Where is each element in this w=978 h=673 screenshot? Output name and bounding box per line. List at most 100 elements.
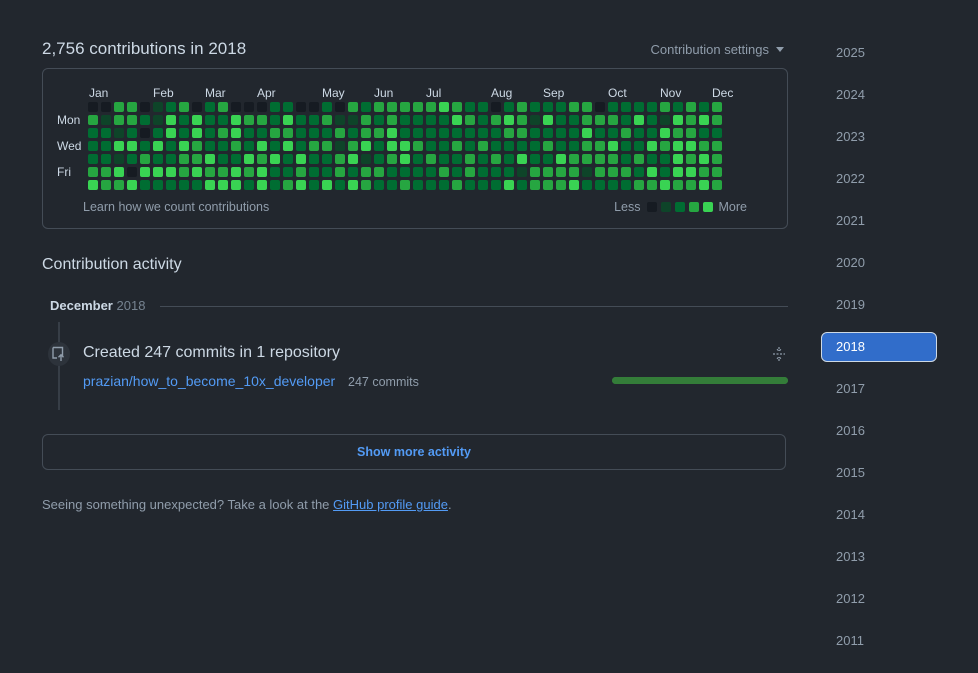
contribution-cell[interactable] <box>257 154 267 164</box>
contribution-cell[interactable] <box>179 141 189 151</box>
year-link-2021[interactable]: 2021 <box>821 206 937 236</box>
contribution-cell[interactable] <box>88 154 98 164</box>
contribution-cell[interactable] <box>348 102 358 112</box>
contribution-cell[interactable] <box>608 180 618 190</box>
contribution-cell[interactable] <box>686 154 696 164</box>
contribution-cell[interactable] <box>634 180 644 190</box>
contribution-cell[interactable] <box>348 154 358 164</box>
year-link-2020[interactable]: 2020 <box>821 248 937 278</box>
contribution-cell[interactable] <box>257 167 267 177</box>
year-link-2013[interactable]: 2013 <box>821 542 937 572</box>
contribution-cell[interactable] <box>114 154 124 164</box>
contribution-cell[interactable] <box>361 167 371 177</box>
contribution-cell[interactable] <box>322 180 332 190</box>
contribution-cell[interactable] <box>439 180 449 190</box>
contribution-cell[interactable] <box>452 128 462 138</box>
contribution-cell[interactable] <box>634 102 644 112</box>
contribution-cell[interactable] <box>179 102 189 112</box>
contribution-cell[interactable] <box>283 154 293 164</box>
contribution-cell[interactable] <box>361 128 371 138</box>
contribution-cell[interactable] <box>595 180 605 190</box>
contribution-cell[interactable] <box>335 102 345 112</box>
contribution-cell[interactable] <box>127 102 137 112</box>
contribution-cell[interactable] <box>101 102 111 112</box>
contribution-cell[interactable] <box>608 141 618 151</box>
contribution-cell[interactable] <box>686 102 696 112</box>
contribution-cell[interactable] <box>218 180 228 190</box>
contribution-cell[interactable] <box>556 180 566 190</box>
contribution-cell[interactable] <box>569 180 579 190</box>
year-link-2014[interactable]: 2014 <box>821 500 937 530</box>
contribution-cell[interactable] <box>660 180 670 190</box>
contribution-cell[interactable] <box>647 128 657 138</box>
contribution-cell[interactable] <box>166 115 176 125</box>
contribution-cell[interactable] <box>309 102 319 112</box>
contribution-cell[interactable] <box>192 167 202 177</box>
contribution-cell[interactable] <box>647 167 657 177</box>
contribution-cell[interactable] <box>686 167 696 177</box>
contribution-cell[interactable] <box>218 167 228 177</box>
repo-link[interactable]: prazian/how_to_become_10x_developer <box>83 373 335 389</box>
contribution-cell[interactable] <box>270 180 280 190</box>
contribution-cell[interactable] <box>231 128 241 138</box>
contribution-cell[interactable] <box>712 102 722 112</box>
contribution-cell[interactable] <box>543 128 553 138</box>
contribution-cell[interactable] <box>374 154 384 164</box>
contribution-cell[interactable] <box>699 154 709 164</box>
contribution-cell[interactable] <box>517 167 527 177</box>
contribution-cell[interactable] <box>231 141 241 151</box>
contribution-cell[interactable] <box>582 128 592 138</box>
contribution-cell[interactable] <box>699 141 709 151</box>
contribution-cell[interactable] <box>569 115 579 125</box>
contribution-cell[interactable] <box>114 102 124 112</box>
year-link-2018[interactable]: 2018 <box>821 332 937 362</box>
contribution-cell[interactable] <box>491 141 501 151</box>
contribution-cell[interactable] <box>439 115 449 125</box>
contribution-cell[interactable] <box>543 102 553 112</box>
contribution-cell[interactable] <box>283 128 293 138</box>
contribution-cell[interactable] <box>283 180 293 190</box>
contribution-cell[interactable] <box>140 128 150 138</box>
contribution-cell[interactable] <box>348 141 358 151</box>
contribution-cell[interactable] <box>127 128 137 138</box>
contribution-cell[interactable] <box>504 180 514 190</box>
contribution-cell[interactable] <box>387 115 397 125</box>
contribution-cell[interactable] <box>634 141 644 151</box>
contribution-cell[interactable] <box>296 115 306 125</box>
contribution-cell[interactable] <box>712 154 722 164</box>
contribution-cell[interactable] <box>478 128 488 138</box>
contribution-cell[interactable] <box>192 102 202 112</box>
contribution-cell[interactable] <box>231 102 241 112</box>
contribution-cell[interactable] <box>608 102 618 112</box>
contribution-cell[interactable] <box>257 141 267 151</box>
contribution-cell[interactable] <box>166 141 176 151</box>
contribution-cell[interactable] <box>595 102 605 112</box>
contribution-cell[interactable] <box>218 115 228 125</box>
contribution-cell[interactable] <box>335 167 345 177</box>
year-link-2019[interactable]: 2019 <box>821 290 937 320</box>
contribution-cell[interactable] <box>153 141 163 151</box>
contribution-cell[interactable] <box>153 154 163 164</box>
contribution-cell[interactable] <box>660 154 670 164</box>
contribution-settings-dropdown[interactable]: Contribution settings <box>650 42 784 57</box>
year-link-2011[interactable]: 2011 <box>821 626 937 656</box>
contribution-cell[interactable] <box>140 167 150 177</box>
contribution-cell[interactable] <box>504 102 514 112</box>
contribution-cell[interactable] <box>231 180 241 190</box>
contribution-cell[interactable] <box>413 167 423 177</box>
contribution-cell[interactable] <box>101 167 111 177</box>
contribution-cell[interactable] <box>556 141 566 151</box>
contribution-cell[interactable] <box>114 180 124 190</box>
contribution-cell[interactable] <box>114 115 124 125</box>
contribution-cell[interactable] <box>491 167 501 177</box>
contribution-cell[interactable] <box>478 102 488 112</box>
contribution-cell[interactable] <box>179 180 189 190</box>
contribution-cell[interactable] <box>543 141 553 151</box>
contribution-cell[interactable] <box>530 128 540 138</box>
contribution-cell[interactable] <box>452 115 462 125</box>
contribution-cell[interactable] <box>660 141 670 151</box>
contribution-cell[interactable] <box>387 180 397 190</box>
contribution-cell[interactable] <box>595 154 605 164</box>
contribution-cell[interactable] <box>478 141 488 151</box>
contribution-cell[interactable] <box>179 154 189 164</box>
